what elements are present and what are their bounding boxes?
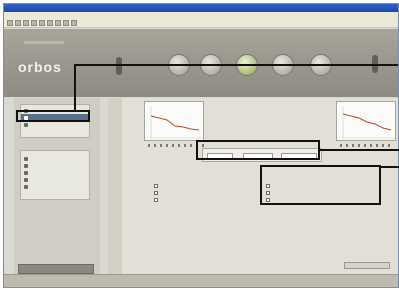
title-bar <box>4 4 398 12</box>
document-icon <box>24 122 28 127</box>
sidebar-item[interactable] <box>21 162 89 169</box>
print-icon[interactable] <box>31 19 37 26</box>
left-option[interactable] <box>154 191 161 195</box>
sidebar-item[interactable] <box>21 169 89 176</box>
chart-right-svg <box>342 106 395 139</box>
chart-right-axis-ticks <box>340 144 394 147</box>
checkbox-icon[interactable] <box>154 198 158 202</box>
callout-box-sidebar-item <box>16 110 90 122</box>
chart-right-series <box>342 113 392 131</box>
user-icon <box>24 163 28 168</box>
callout-line-range <box>319 149 399 151</box>
sidebar-footer-button[interactable] <box>18 264 94 274</box>
sidebar-item[interactable] <box>21 183 89 190</box>
header-subtitle-bar <box>24 41 64 44</box>
sidebar-item[interactable] <box>21 121 89 128</box>
toolbar <box>4 18 398 28</box>
header-divider-icon <box>116 57 122 75</box>
user-icon <box>24 177 28 182</box>
undo-icon[interactable] <box>39 19 45 26</box>
checkbox-icon[interactable] <box>154 184 158 188</box>
chart-left-svg <box>150 106 203 139</box>
status-bar <box>4 274 398 287</box>
list-icon <box>24 184 28 189</box>
vertical-ruler <box>108 98 122 274</box>
left-option[interactable] <box>154 198 161 202</box>
sidebar-item[interactable] <box>21 155 89 162</box>
redo-icon[interactable] <box>47 19 53 26</box>
user-icon <box>24 170 28 175</box>
sidebar <box>14 98 100 274</box>
sidebar-item[interactable] <box>21 176 89 183</box>
cut-icon[interactable] <box>55 19 61 26</box>
apply-button[interactable] <box>344 262 390 269</box>
logo: orbos <box>18 59 62 75</box>
checkbox-icon[interactable] <box>154 191 158 195</box>
callout-box-options <box>260 165 381 205</box>
user-icon <box>24 156 28 161</box>
copy-icon[interactable] <box>63 19 69 26</box>
callout-line-options <box>380 166 399 168</box>
preview-chart-left <box>144 101 204 141</box>
callout-box-range <box>196 140 320 160</box>
new-icon[interactable] <box>7 19 13 26</box>
callout-line-sidebar <box>74 64 398 66</box>
sidebar-group-bottom <box>20 150 90 200</box>
paste-icon[interactable] <box>71 19 77 26</box>
app-header: orbos <box>4 29 398 97</box>
save-icon[interactable] <box>23 19 29 26</box>
callout-line-sidebar <box>74 64 76 112</box>
left-option[interactable] <box>154 184 161 188</box>
open-icon[interactable] <box>15 19 21 26</box>
preview-chart-right <box>336 101 396 141</box>
chart-left-series <box>150 115 200 131</box>
